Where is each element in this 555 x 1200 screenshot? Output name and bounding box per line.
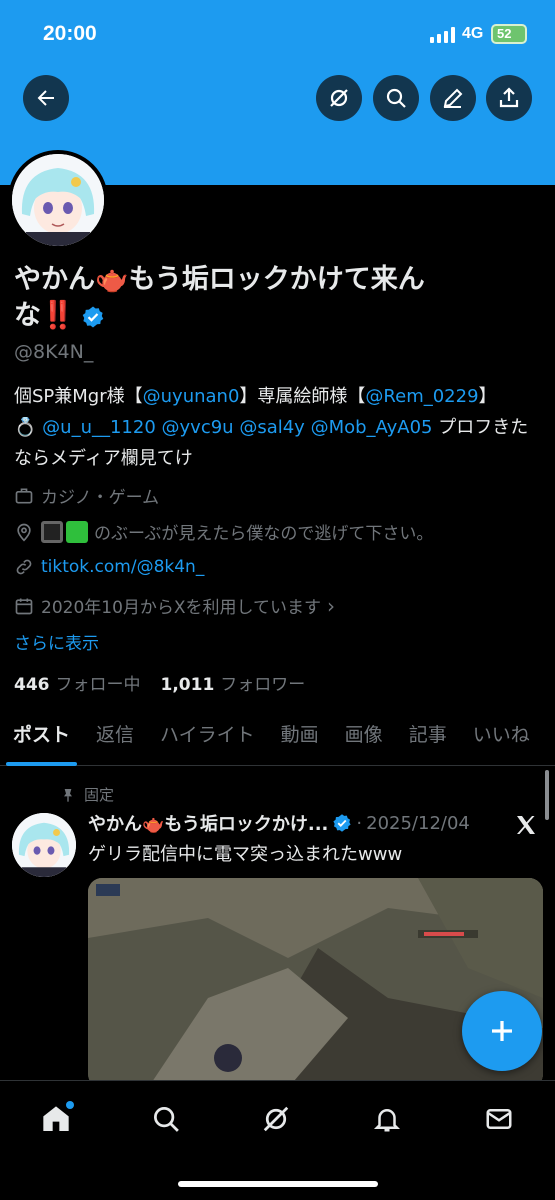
grok-button[interactable] xyxy=(316,75,362,121)
pin-icon xyxy=(64,788,72,802)
status-bar: 20:00 4G 52 xyxy=(0,0,555,62)
mail-icon xyxy=(486,1109,512,1129)
home-indicator[interactable] xyxy=(178,1181,378,1187)
show-more-link[interactable]: さらに表示 xyxy=(14,629,99,654)
profile-tabs: ポスト 返信 ハイライト 動画 画像 記事 いいね xyxy=(0,708,555,766)
nav-messages[interactable] xyxy=(481,1101,517,1137)
followers-count: 1,011 xyxy=(160,675,215,695)
joined-text: 2020年10月からXを利用しています xyxy=(41,598,322,618)
search-icon xyxy=(386,88,406,108)
bio-mention-link[interactable]: @uyunan0 xyxy=(143,386,240,407)
nav-grok[interactable] xyxy=(258,1101,294,1137)
share-button[interactable] xyxy=(486,75,532,121)
bio-text: 】専属絵師様【 xyxy=(239,386,366,407)
search-button[interactable] xyxy=(373,75,419,121)
profile-category: カジノ・ゲーム xyxy=(14,483,159,508)
followers-stat[interactable]: 1,011 フォロワー xyxy=(161,670,306,695)
post-author-avatar[interactable] xyxy=(12,813,76,877)
tab-replies[interactable]: 返信 xyxy=(83,708,147,766)
post-date[interactable]: 2025/12/04 xyxy=(366,813,470,834)
post-text: ゲリラ配信中に電マ突っ込まれたwww xyxy=(88,844,403,865)
post-separator: · xyxy=(356,812,363,834)
location-text: のぶーぶが見えたら僕なので逃げて下さい。 xyxy=(94,524,434,544)
nav-notifications[interactable] xyxy=(369,1101,405,1137)
bio-mention-link[interactable]: @u_u__1120 xyxy=(42,417,156,438)
link-icon xyxy=(16,559,32,575)
nav-search[interactable] xyxy=(148,1101,184,1137)
compose-post-button[interactable] xyxy=(462,991,542,1071)
battery-icon: 52 xyxy=(491,24,527,44)
scrollbar[interactable] xyxy=(545,770,549,820)
share-icon xyxy=(499,87,519,108)
bio-mention-link[interactable]: @sal4y xyxy=(239,417,305,438)
bio-mention-link[interactable]: @Rem_0229 xyxy=(365,386,478,407)
profile-location: のぶーぶが見えたら僕なので逃げて下さい。 xyxy=(14,519,433,544)
tab-likes[interactable]: いいね xyxy=(460,708,543,766)
following-label: フォロー中 xyxy=(55,675,141,695)
following-count: 446 xyxy=(14,675,50,695)
plus-icon xyxy=(492,1021,512,1041)
nav-home[interactable] xyxy=(38,1101,74,1137)
followers-label: フォロワー xyxy=(220,675,306,695)
status-time: 20:00 xyxy=(43,22,97,45)
calendar-icon xyxy=(15,598,33,614)
x-logo-icon[interactable] xyxy=(514,813,538,837)
bio-mention-link[interactable]: @yvc9u xyxy=(162,417,234,438)
display-name: やかん🫖もう垢ロックかけて来んな‼️ xyxy=(14,262,484,334)
network-type: 4G xyxy=(462,25,484,42)
pinned-label: 固定 xyxy=(84,786,115,804)
tab-posts[interactable]: ポスト xyxy=(0,708,83,766)
category-text: カジノ・ゲーム xyxy=(41,488,160,508)
back-button[interactable] xyxy=(23,75,69,121)
battery-level: 52 xyxy=(497,26,512,41)
search-icon xyxy=(154,1107,179,1132)
post-author-name[interactable]: やかん🫖もう垢ロックかけ... xyxy=(88,810,328,836)
display-name-text: やかん🫖もう垢ロックかけて来んな‼️ xyxy=(14,264,425,331)
tab-videos[interactable]: 動画 xyxy=(268,708,332,766)
follow-stats: 446 フォロー中 1,011 フォロワー xyxy=(14,670,305,695)
pinned-indicator: 固定 xyxy=(60,784,114,805)
notification-dot xyxy=(66,1101,74,1109)
verified-badge-icon[interactable] xyxy=(81,305,105,329)
bio-text: 】 xyxy=(478,386,497,407)
tab-articles[interactable]: 記事 xyxy=(396,708,460,766)
edit-icon xyxy=(443,88,463,108)
following-stat[interactable]: 446 フォロー中 xyxy=(14,670,141,695)
chevron-right-icon: › xyxy=(327,593,336,618)
bell-icon xyxy=(373,1109,401,1132)
edit-button[interactable] xyxy=(430,75,476,121)
location-emoji-squares xyxy=(41,520,88,543)
bio-mention-link[interactable]: @Mob_AyA05 xyxy=(311,417,433,438)
post-header: やかん🫖もう垢ロックかけ... · 2025/12/04 xyxy=(88,810,508,836)
profile-website[interactable]: tiktok.com/@8k4n_ xyxy=(14,557,204,577)
back-arrow-icon xyxy=(37,90,54,106)
tab-photos[interactable]: 画像 xyxy=(332,708,396,766)
verified-badge-icon xyxy=(333,814,351,832)
grok-icon xyxy=(263,1106,289,1132)
ring-emoji: 💍 xyxy=(14,417,37,438)
location-pin-icon xyxy=(17,523,31,542)
briefcase-icon xyxy=(15,488,33,503)
tab-highlights[interactable]: ハイライト xyxy=(147,708,268,766)
bio-text: 個SP兼Mgr様【 xyxy=(14,386,143,407)
profile-joined[interactable]: 2020年10月からXを利用しています › xyxy=(14,593,335,618)
profile-bio: 個SP兼Mgr様【@uyunan0】専属絵師様【@Rem_0229】 💍 @u_… xyxy=(14,381,544,474)
signal-icon xyxy=(430,27,456,43)
website-link[interactable]: tiktok.com/@8k4n_ xyxy=(41,557,204,577)
grok-icon xyxy=(330,89,348,107)
profile-avatar[interactable] xyxy=(8,150,108,250)
profile-handle: @8K4N_ xyxy=(14,341,94,363)
